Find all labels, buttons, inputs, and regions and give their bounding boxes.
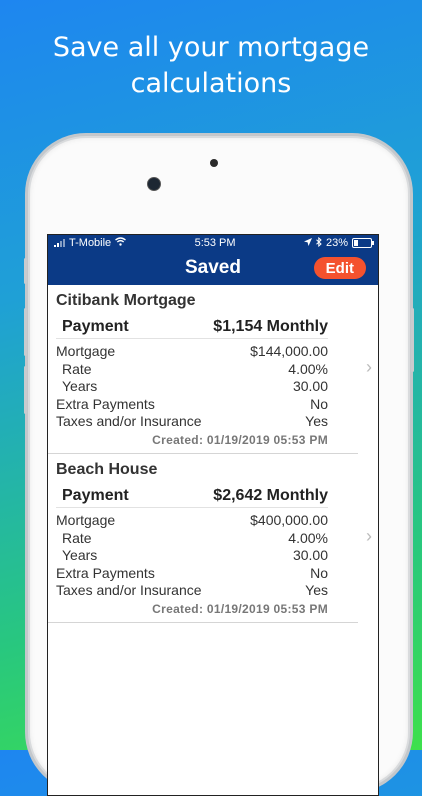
taxes-label: Taxes and/or Insurance xyxy=(56,582,202,599)
created-timestamp: Created: 01/19/2019 05:53 PM xyxy=(152,601,328,616)
mortgage-value: $400,000.00 xyxy=(250,511,328,528)
created-timestamp: Created: 01/19/2019 05:53 PM xyxy=(152,432,328,447)
saved-calculation-card[interactable]: Beach House Payment $2,642 Monthly Mortg… xyxy=(48,454,372,623)
mortgage-row: Mortgage $144,000.00 xyxy=(56,343,328,361)
rate-value: 4.00% xyxy=(288,529,328,546)
extra-payments-row: Extra Payments No xyxy=(56,396,328,414)
years-value: 30.00 xyxy=(292,378,328,395)
taxes-row: Taxes and/or Insurance Yes xyxy=(56,582,328,600)
status-bar: T-Mobile 5:53 PM 23% xyxy=(48,235,378,251)
extra-payments-label: Extra Payments xyxy=(56,564,155,581)
payment-row: Payment $2,642 Monthly xyxy=(56,487,328,508)
payment-label: Payment xyxy=(62,318,129,335)
battery-icon xyxy=(352,238,374,248)
calculation-name: Beach House xyxy=(56,460,158,478)
extra-payments-row: Extra Payments No xyxy=(56,565,328,583)
phone-volume-down-button xyxy=(24,366,27,414)
taxes-value: Yes xyxy=(305,413,328,430)
bluetooth-icon xyxy=(316,236,322,250)
taxes-value: Yes xyxy=(305,582,328,599)
mortgage-label: Mortgage xyxy=(56,511,116,528)
rate-label: Rate xyxy=(62,529,92,546)
phone-side-button xyxy=(24,258,27,284)
calculation-name: Citibank Mortgage xyxy=(56,292,196,309)
promo-headline: Save all your mortgage calculations xyxy=(0,30,422,102)
years-row: Years 30.00 xyxy=(56,547,328,565)
page-title: Saved xyxy=(185,257,241,278)
battery-percent: 23% xyxy=(325,237,348,249)
phone-frame: T-Mobile 5:53 PM 23% Saved Edit Citibank… xyxy=(24,136,414,796)
phone-power-button xyxy=(411,308,414,372)
rate-row: Rate 4.00% xyxy=(56,361,328,379)
years-label: Years xyxy=(62,547,98,564)
payment-value: $1,154 Monthly xyxy=(213,318,328,335)
chevron-right-icon: › xyxy=(366,357,372,377)
signal-icon xyxy=(54,239,65,247)
nav-bar: Saved Edit xyxy=(48,251,378,285)
mortgage-label: Mortgage xyxy=(56,343,116,359)
extra-payments-label: Extra Payments xyxy=(56,395,155,412)
location-icon xyxy=(303,237,312,249)
headline-line-2: calculations xyxy=(130,68,292,99)
carrier-label: T-Mobile xyxy=(69,237,112,249)
payment-value: $2,642 Monthly xyxy=(213,486,328,504)
mortgage-value: $144,000.00 xyxy=(250,343,328,359)
rate-label: Rate xyxy=(62,360,92,377)
headline-line-1: Save all your mortgage xyxy=(52,32,370,63)
phone-camera xyxy=(147,177,161,191)
app-screen: T-Mobile 5:53 PM 23% Saved Edit Citibank… xyxy=(47,234,379,796)
extra-payments-value: No xyxy=(310,564,328,581)
taxes-row: Taxes and/or Insurance Yes xyxy=(56,413,328,431)
edit-button[interactable]: Edit xyxy=(313,257,366,279)
mortgage-row: Mortgage $400,000.00 xyxy=(56,512,328,530)
clock-label: 5:53 PM xyxy=(194,237,236,249)
payment-label: Payment xyxy=(62,486,129,504)
chevron-right-icon: › xyxy=(366,525,372,546)
wifi-icon xyxy=(115,237,127,249)
years-value: 30.00 xyxy=(292,547,328,564)
rate-row: Rate 4.00% xyxy=(56,530,328,548)
years-label: Years xyxy=(62,378,98,395)
phone-volume-up-button xyxy=(24,308,27,356)
years-row: Years 30.00 xyxy=(56,378,328,396)
extra-payments-value: No xyxy=(310,395,328,412)
taxes-label: Taxes and/or Insurance xyxy=(56,413,202,430)
rate-value: 4.00% xyxy=(288,360,328,377)
payment-row: Payment $1,154 Monthly xyxy=(56,318,328,339)
saved-calculation-card[interactable]: Citibank Mortgage Payment $1,154 Monthly… xyxy=(48,285,372,454)
phone-speaker xyxy=(210,159,218,167)
